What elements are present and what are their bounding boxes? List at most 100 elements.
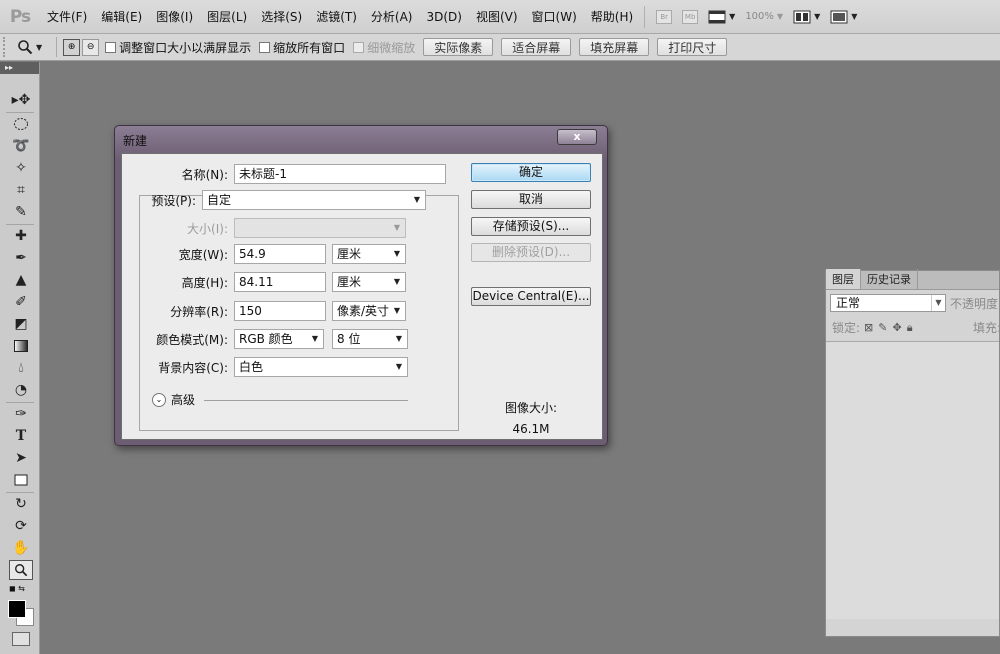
menu-image[interactable]: 图像(I) [149, 8, 200, 25]
default-colors-icon[interactable]: ◼ ⇆ [9, 584, 25, 593]
pen-tool[interactable]: ✑ [9, 404, 33, 424]
history-brush-tool[interactable]: ✐ [9, 292, 33, 312]
name-input[interactable]: 未标题-1 [234, 164, 446, 184]
dialog-title: 新建 [123, 134, 148, 148]
menu-edit[interactable]: 编辑(E) [94, 8, 149, 25]
zoom-tool[interactable] [9, 560, 33, 580]
zoom-level-value: 100% [745, 11, 774, 22]
arrange-documents-button[interactable]: ▼ [793, 7, 820, 27]
checkbox-box [259, 41, 271, 53]
screen-mode-button[interactable]: ▼ [830, 7, 857, 27]
magic-wand-tool[interactable]: ✧ [9, 158, 33, 178]
menu-filter[interactable]: 滤镜(T) [309, 8, 364, 25]
zoom-in-button[interactable]: ⊕ [63, 38, 81, 56]
healing-brush-tool[interactable]: ✚ [9, 226, 33, 246]
fill-screen-button[interactable]: 填充屏幕 [579, 38, 650, 56]
quick-mask-button[interactable] [12, 632, 30, 646]
blend-mode-value: 正常 [836, 296, 861, 310]
actual-pixels-button[interactable]: 实际像素 [423, 38, 494, 56]
lock-pixels-icon[interactable]: ✎ [878, 321, 887, 335]
bit-depth-select[interactable]: 8 位 ▼ [332, 329, 408, 349]
menu-3d[interactable]: 3D(D) [419, 10, 468, 24]
tool-separator [6, 224, 34, 225]
stamp-icon: ▲ [15, 272, 27, 288]
options-bar-grip[interactable] [3, 37, 11, 57]
shape-tool[interactable] [9, 470, 33, 490]
width-input[interactable]: 54.9 [234, 244, 326, 264]
type-tool[interactable]: T [9, 426, 33, 446]
lasso-tool[interactable]: ➰ [9, 136, 33, 156]
eyedropper-tool[interactable]: ✎ [9, 202, 33, 222]
menu-window[interactable]: 窗口(W) [525, 8, 584, 25]
background-value: 白色 [239, 360, 264, 374]
advanced-toggle[interactable]: ⌄ 高级 [152, 391, 195, 408]
ok-button[interactable]: 确定 [471, 163, 591, 182]
close-button[interactable]: x [557, 129, 597, 145]
crop-tool[interactable]: ⌗ [9, 180, 33, 200]
menu-file[interactable]: 文件(F) [40, 8, 94, 25]
foreground-color-swatch[interactable] [8, 600, 26, 618]
height-input[interactable]: 84.11 [234, 272, 326, 292]
preset-select[interactable]: 自定 ▼ [202, 190, 426, 210]
background-select[interactable]: 白色 ▼ [234, 357, 408, 377]
zoom-all-windows-checkbox[interactable]: 缩放所有窗口 [259, 39, 345, 56]
menu-select[interactable]: 选择(S) [254, 8, 309, 25]
scrubby-zoom-checkbox[interactable]: 细微缩放 [353, 39, 415, 56]
view-extras-button[interactable]: ▼ [708, 7, 735, 27]
gradient-tool[interactable] [9, 336, 33, 356]
lock-row: 锁定: ⊠ ✎ ✥ 🔒︎ 填充: [832, 319, 1000, 336]
tools-panel-collapse[interactable]: ▸▸ [0, 62, 39, 74]
3d-rotate-tool[interactable]: ↻ [9, 494, 33, 514]
zoom-out-button[interactable]: ⊖ [82, 38, 100, 56]
resolution-unit-select[interactable]: 像素/英寸 ▼ [332, 301, 406, 321]
lock-transparent-icon[interactable]: ⊠ [864, 321, 873, 335]
color-mode-select[interactable]: RGB 颜色 ▼ [234, 329, 324, 349]
eraser-tool[interactable]: ◩ [9, 314, 33, 334]
magic-wand-icon: ✧ [15, 160, 27, 176]
tool-preset-picker[interactable]: ▼ [17, 39, 42, 55]
marquee-tool[interactable] [9, 114, 33, 134]
size-row: 大小(I): ▼ [122, 218, 406, 238]
layers-panel: 图层 历史记录 正常 ▼ 不透明度: 锁定: ⊠ ✎ ✥ 🔒︎ 填充: [825, 269, 1000, 637]
lock-all-icon[interactable]: 🔒︎ [907, 321, 913, 335]
dodge-tool[interactable]: ◔ [9, 380, 33, 400]
width-label: 宽度(W): [178, 247, 228, 262]
blend-mode-select[interactable]: 正常 ▼ [830, 294, 946, 312]
path-selection-tool[interactable]: ➤ [9, 448, 33, 468]
lock-position-icon[interactable]: ✥ [892, 321, 901, 335]
menu-separator [644, 5, 646, 28]
move-tool[interactable]: ▸✥ [9, 90, 33, 110]
device-central-button[interactable]: Device Central(E)... [471, 287, 591, 306]
gradient-icon [14, 340, 28, 352]
fit-screen-button[interactable]: 适合屏幕 [501, 38, 572, 56]
hand-tool[interactable]: ✋ [9, 538, 33, 558]
menu-layer[interactable]: 图层(L) [200, 8, 254, 25]
size-select[interactable]: ▼ [234, 218, 406, 238]
tab-history[interactable]: 历史记录 [861, 269, 918, 289]
menu-analysis[interactable]: 分析(A) [364, 8, 420, 25]
brush-tool[interactable]: ✒ [9, 248, 33, 268]
save-preset-button[interactable]: 存储预设(S)... [471, 217, 591, 236]
resize-windows-checkbox[interactable]: 调整窗口大小以满屏显示 [105, 39, 251, 56]
mini-bridge-button[interactable]: Mb [682, 7, 699, 27]
screen-mode-icon [830, 10, 848, 23]
zoom-tool-icon [18, 40, 33, 55]
resolution-input[interactable]: 150 [234, 301, 326, 321]
cancel-button[interactable]: 取消 [471, 190, 591, 209]
tab-layers[interactable]: 图层 [826, 269, 861, 289]
menu-help[interactable]: 帮助(H) [584, 8, 640, 25]
blend-row: 正常 ▼ 不透明度: [830, 294, 1000, 312]
print-size-button[interactable]: 打印尺寸 [657, 38, 728, 56]
width-unit-select[interactable]: 厘米 ▼ [332, 244, 406, 264]
delete-preset-button[interactable]: 删除预设(D)... [471, 243, 591, 262]
crop-icon: ⌗ [17, 182, 25, 198]
zoom-level-dropdown[interactable]: 100% ▼ [745, 7, 783, 27]
elliptical-marquee-icon [14, 118, 28, 130]
bridge-button[interactable]: Br [656, 7, 673, 27]
height-unit-select[interactable]: 厘米 ▼ [332, 272, 406, 292]
clone-stamp-tool[interactable]: ▲ [9, 270, 33, 290]
3d-orbit-tool[interactable]: ⟳ [9, 516, 33, 536]
blur-tool[interactable]: 💧︎ [9, 358, 33, 378]
chevron-down-icon: ▼ [931, 295, 945, 311]
menu-view[interactable]: 视图(V) [469, 8, 525, 25]
